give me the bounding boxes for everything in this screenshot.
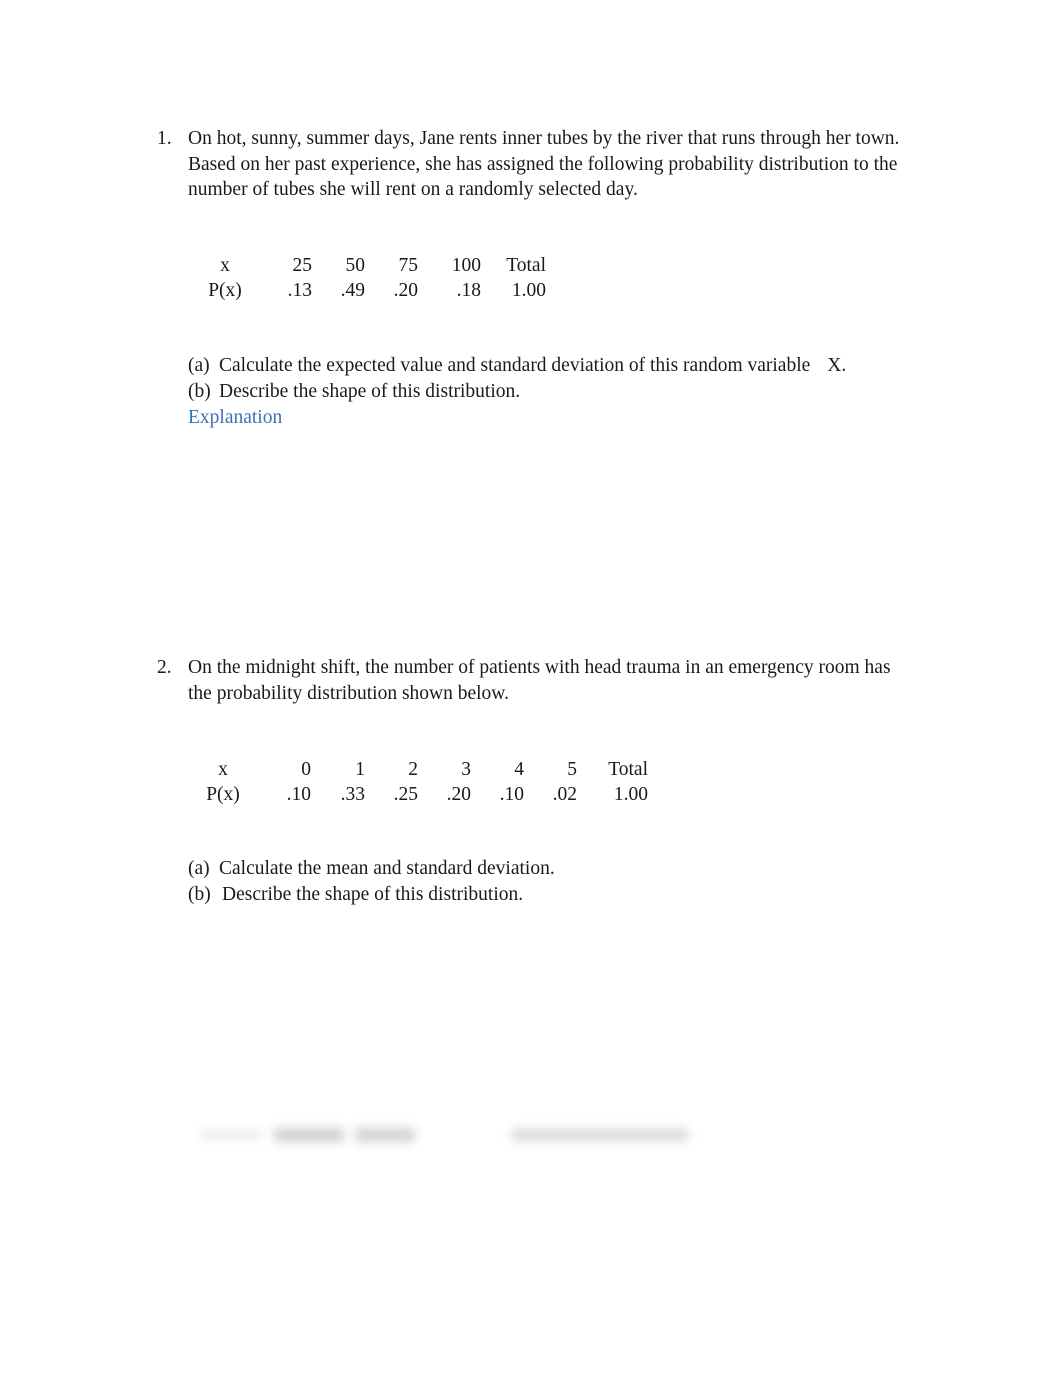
problem-1: 1. On hot, sunny, summer days, Jane rent… [0, 126, 1062, 203]
table-row: P(x) .10 .33 .25 .20 .10 .02 1.00 [190, 782, 648, 807]
problem-1-x-value-0: 25 [292, 255, 313, 276]
problem-1-question-b: (b) Describe the shape of this distributi… [188, 379, 846, 405]
problem-2-x-value-2: 2 [408, 759, 418, 780]
problem-1-question-a-text: Calculate the expected value and standar… [219, 355, 811, 376]
problem-2-probability-0: .10 [286, 784, 311, 806]
problem-1-x-row-label: x [220, 255, 230, 276]
table-row: x 25 50 75 100 Total [192, 253, 546, 278]
problem-2: 2. On the midnight shift, the number of … [0, 655, 1062, 706]
problem-2-x-value-3: 3 [461, 759, 471, 780]
problem-1-prompt: On hot, sunny, summer days, Jane rents i… [188, 128, 900, 201]
problem-1-questions: (a) Calculate the expected value and stan… [188, 353, 846, 404]
problem-2-question-a: (a) Calculate the mean and standard devia… [188, 856, 555, 882]
smudge-mark-3 [355, 1128, 415, 1142]
problem-2-px-row-label: P(x) [206, 784, 240, 806]
problem-1-probability-0: .13 [287, 280, 312, 302]
problem-1-distribution-table: x 25 50 75 100 Total P(x) .13 .49 .20 .1… [192, 253, 546, 304]
problem-1-probability-3: .18 [456, 280, 481, 302]
problem-2-probability-1: .33 [340, 784, 365, 806]
problem-1-question-b-marker: (b) [188, 380, 211, 402]
problem-1-question-a: (a) Calculate the expected value and stan… [188, 353, 846, 379]
problem-2-total-value: 1.00 [613, 784, 648, 806]
problem-2-x-value-0: 0 [301, 759, 311, 780]
problem-2-probability-5: .02 [552, 784, 577, 806]
problem-2-question-b-marker: (b) [188, 883, 211, 905]
smudge-mark-1 [201, 1131, 261, 1138]
document-page: 1. On hot, sunny, summer days, Jane rent… [0, 0, 1062, 1377]
table-row: x 0 1 2 3 4 5 Total [190, 757, 648, 782]
problem-2-x-value-4: 4 [514, 759, 524, 780]
problem-1-probability-2: .20 [393, 280, 418, 302]
problem-1-x-value-1: 50 [345, 255, 366, 276]
problem-1-question-b-text: Describe the shape of this distribution. [219, 380, 521, 402]
problem-2-probability-4: .10 [499, 784, 524, 806]
problem-2-question-b: (b) Describe the shape of this distributi… [188, 882, 555, 908]
problem-2-probability-2: .25 [393, 784, 418, 806]
problem-1-explanation-link[interactable]: Explanation [188, 405, 282, 431]
problem-2-x-value-1: 1 [355, 759, 365, 780]
problem-1-px-row-label: P(x) [208, 280, 242, 302]
problem-2-total-label: Total [608, 759, 648, 780]
problem-1-random-variable-symbol: X. [827, 355, 847, 376]
problem-2-probability-3: .20 [446, 784, 471, 806]
problem-1-x-value-3: 100 [451, 255, 481, 276]
problem-1-question-a-marker: (a) [188, 355, 210, 376]
problem-2-number: 2. [157, 657, 172, 678]
problem-1-probability-1: .49 [340, 280, 365, 302]
problem-2-distribution-table: x 0 1 2 3 4 5 Total P(x) .10 .33 .25 .20… [190, 757, 648, 808]
problem-2-question-b-text: Describe the shape of this distribution. [222, 883, 524, 905]
problem-2-x-value-5: 5 [567, 759, 577, 780]
problem-2-x-row-label: x [218, 759, 228, 780]
problem-1-number: 1. [157, 128, 172, 149]
table-row: P(x) .13 .49 .20 .18 1.00 [192, 278, 546, 303]
smudge-mark-2 [274, 1128, 344, 1142]
problem-1-x-value-2: 75 [398, 255, 419, 276]
problem-2-question-a-text: Calculate the mean and standard deviatio… [219, 858, 555, 879]
smudge-mark-4 [512, 1129, 688, 1141]
problem-2-prompt: On the midnight shift, the number of pat… [188, 657, 891, 704]
problem-1-total-label: Total [506, 255, 546, 276]
problem-2-question-a-marker: (a) [188, 858, 210, 879]
problem-1-total-value: 1.00 [511, 280, 546, 302]
problem-2-questions: (a) Calculate the mean and standard devia… [188, 856, 555, 907]
